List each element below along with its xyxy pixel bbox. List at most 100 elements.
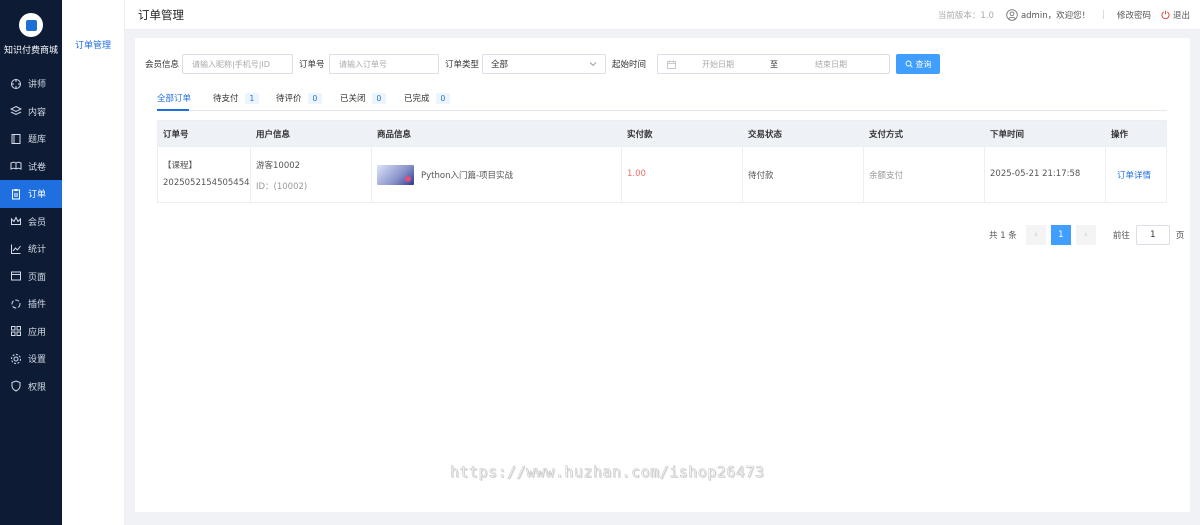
apps-grid-icon: [10, 325, 22, 337]
sidebar-item-label: 页面: [28, 272, 47, 283]
sidebar-item-orders[interactable]: 订单: [0, 180, 62, 208]
sidebar-item-statistics[interactable]: 统计: [0, 235, 62, 263]
change-password-link[interactable]: 修改密码: [1117, 9, 1151, 21]
tab-pending-payment[interactable]: 待支付 1: [213, 92, 260, 104]
product-thumbnail[interactable]: [377, 165, 414, 185]
query-button-label: 查询: [915, 59, 932, 69]
sidebar-item-apps[interactable]: 应用: [0, 318, 62, 346]
layers-icon: [10, 105, 22, 117]
page-number-1[interactable]: 1: [1050, 225, 1071, 245]
table-row: 【课程】 2025052154505454 游客10002 ID：(10002)…: [158, 146, 1166, 202]
trade-status: 待付款: [748, 171, 774, 181]
tab-label: 待评价: [276, 94, 302, 104]
clipboard-icon: [10, 188, 22, 200]
sidebar-nav: 讲师 内容 题库 试卷 订单 会员 统计 页面 插件 应用 设置 权限: [0, 70, 62, 400]
tab-completed[interactable]: 已完成 0: [404, 92, 451, 104]
sidebar-item-members[interactable]: 会员: [0, 208, 62, 236]
sidebar-item-teacher[interactable]: 讲师: [0, 70, 62, 98]
content-panel: 会员信息 请输入昵称|手机号|ID 订单号 请输入订单号 订单类型 全部 起始时…: [135, 38, 1190, 512]
start-time-label: 起始时间: [612, 60, 647, 70]
goto-page-input[interactable]: 1: [1135, 225, 1170, 245]
column-header: 实付款: [627, 129, 653, 140]
shield-icon: [10, 380, 22, 392]
payment-method-cell: 余额支付: [864, 147, 985, 202]
order-detail-link[interactable]: 订单详情: [1111, 169, 1166, 181]
sidebar-item-exam[interactable]: 试卷: [0, 153, 62, 181]
order-type-select[interactable]: 全部: [482, 54, 606, 74]
plugin-icon: [10, 298, 22, 310]
order-no-cell: 【课程】 2025052154505454: [158, 147, 251, 202]
column-header: 交易状态: [748, 129, 783, 140]
order-type-tag: 【课程】: [163, 161, 198, 171]
teacher-icon: [10, 78, 22, 90]
order-time-cell: 2025-05-21 21:17:58: [985, 147, 1106, 202]
end-date-input[interactable]: 结束日期: [815, 59, 847, 70]
tab-label: 已完成: [404, 94, 430, 104]
book-icon: [10, 133, 22, 145]
sidebar-item-permissions[interactable]: 权限: [0, 373, 62, 401]
orders-table: 订单号 用户信息 商品信息 实付款 交易状态 支付方式 下单时间 操作 【课程】…: [157, 120, 1167, 203]
main-sidebar: 知识付费商城 讲师 内容 题库 试卷 订单 会员 统计 页面 插件 应用 设置 …: [0, 0, 62, 525]
tab-pending-review[interactable]: 待评价 0: [276, 92, 323, 104]
sidebar-item-content[interactable]: 内容: [0, 98, 62, 126]
tab-label: 已关闭: [340, 94, 366, 104]
trade-status-cell: 待付款: [743, 147, 864, 202]
next-page-button[interactable]: ›: [1075, 225, 1096, 245]
chevron-down-icon: [589, 62, 597, 67]
sidebar-item-pages[interactable]: 页面: [0, 263, 62, 291]
column-header: 下单时间: [990, 129, 1025, 140]
date-range-separator: 至: [770, 60, 778, 69]
sidebar-item-question-bank[interactable]: 题库: [0, 125, 62, 153]
tab-count-badge: 0: [307, 92, 323, 104]
start-date-input[interactable]: 开始日期: [702, 59, 734, 70]
actions-cell: 订单详情: [1106, 147, 1166, 202]
open-book-icon: [10, 160, 22, 172]
member-info-label: 会员信息: [145, 60, 180, 70]
window-icon: [10, 270, 22, 282]
brand-logo-icon[interactable]: [19, 13, 43, 37]
table-header: 订单号 用户信息 商品信息 实付款 交易状态 支付方式 下单时间 操作: [158, 121, 1166, 146]
query-button[interactable]: 查询: [896, 54, 940, 74]
sidebar-item-label: 题库: [28, 135, 47, 146]
sidebar-item-label: 内容: [28, 107, 47, 118]
date-range-picker[interactable]: 开始日期 至 结束日期: [657, 54, 890, 74]
sidebar-item-label: 统计: [28, 245, 47, 256]
paid-amount-cell: 1.00: [622, 147, 743, 202]
order-no-label: 订单号: [299, 60, 325, 70]
user-avatar-icon: [1006, 8, 1018, 21]
active-tab-indicator: [157, 109, 189, 111]
header-separator: |: [1102, 9, 1105, 20]
sidebar-item-plugins[interactable]: 插件: [0, 290, 62, 318]
paid-amount: 1.00: [627, 169, 646, 179]
logout-icon[interactable]: [1161, 10, 1170, 19]
prev-page-button[interactable]: ‹: [1025, 225, 1046, 245]
order-type-value: 全部: [491, 60, 509, 70]
sidebar-item-settings[interactable]: 设置: [0, 345, 62, 373]
sidebar-item-label: 订单: [28, 190, 47, 201]
sidebar-item-label: 设置: [28, 355, 47, 366]
order-no-input[interactable]: 请输入订单号: [329, 54, 439, 74]
page-suffix: 页: [1175, 231, 1185, 241]
brand-name: 知识付费商城: [3, 46, 58, 56]
gear-icon: [10, 353, 22, 365]
member-search-input[interactable]: 请输入昵称|手机号|ID: [182, 54, 293, 74]
tab-all-orders[interactable]: 全部订单: [157, 92, 191, 104]
payment-method: 余额支付: [869, 171, 904, 181]
order-type-label: 订单类型: [445, 60, 480, 70]
chart-line-icon: [10, 243, 22, 255]
tab-label: 全部订单: [157, 94, 192, 104]
submenu-item-order-management[interactable]: 订单管理: [62, 38, 124, 51]
tab-closed[interactable]: 已关闭 0: [340, 92, 387, 104]
order-status-tabs: 全部订单 待支付 1 待评价 0 已关闭 0 已完成 0: [157, 90, 1167, 111]
logout-link[interactable]: 退出: [1173, 9, 1190, 21]
version-text: 当前版本：1.0: [937, 10, 994, 21]
sidebar-item-label: 讲师: [28, 80, 47, 91]
sidebar-item-label: 会员: [28, 217, 47, 228]
tab-count-badge: 0: [371, 92, 387, 104]
header-actions: 当前版本：1.0 admin，欢迎您！ | 修改密码 退出: [937, 8, 1200, 21]
top-header: 订单管理 当前版本：1.0 admin，欢迎您！ | 修改密码 退出: [125, 0, 1200, 30]
welcome-text: admin，欢迎您！: [1020, 10, 1091, 21]
product-name[interactable]: Python入门篇-项目实战: [421, 169, 513, 181]
column-header: 操作: [1111, 129, 1129, 140]
filter-bar: 会员信息 请输入昵称|手机号|ID 订单号 请输入订单号 订单类型 全部 起始时…: [135, 54, 1135, 74]
